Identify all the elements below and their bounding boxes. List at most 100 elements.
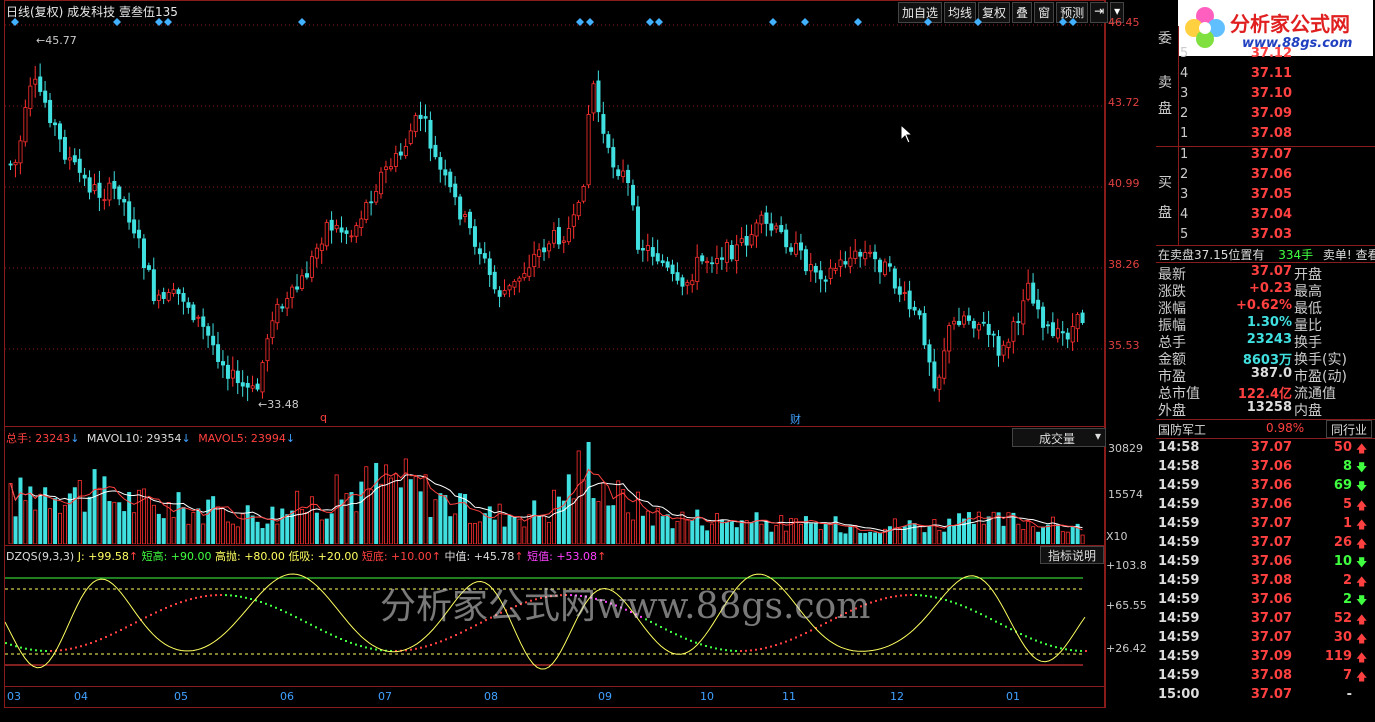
order-price: 37.03 bbox=[1250, 227, 1292, 242]
order-row[interactable]: 4 37.11 bbox=[1156, 66, 1375, 86]
volume-bar bbox=[235, 526, 240, 544]
candle-body bbox=[774, 225, 779, 230]
volume-bar bbox=[28, 486, 33, 544]
order-row[interactable]: 4 37.04 bbox=[1156, 207, 1375, 227]
tick-row[interactable]: 14:59 37.07 26 🡅 bbox=[1156, 535, 1375, 555]
tick-time: 14:59 bbox=[1158, 497, 1200, 512]
arrow-up-icon: 🡅 bbox=[1356, 575, 1368, 588]
volume-bar bbox=[393, 473, 398, 544]
candle-body bbox=[201, 316, 206, 327]
indicator-dot bbox=[1020, 633, 1022, 636]
volume-bar bbox=[542, 515, 547, 544]
tick-row[interactable]: 14:59 37.07 30 🡅 bbox=[1156, 630, 1375, 650]
order-row[interactable]: 2 37.09 bbox=[1156, 106, 1375, 126]
divider bbox=[1156, 262, 1375, 263]
candle-body bbox=[922, 313, 927, 346]
volume-bar bbox=[181, 506, 186, 544]
tick-row[interactable]: 14:59 37.08 7 🡅 bbox=[1156, 668, 1375, 688]
indicator-dot bbox=[760, 647, 762, 650]
tick-row[interactable]: 14:58 37.07 50 🡅 bbox=[1156, 440, 1375, 460]
tick-row[interactable]: 15:00 37.07 - bbox=[1156, 687, 1375, 707]
volume-bar bbox=[892, 518, 897, 544]
volume-bar bbox=[408, 479, 413, 544]
candle-body bbox=[393, 153, 398, 167]
candle-body bbox=[334, 224, 339, 230]
candle-body bbox=[82, 174, 87, 179]
quote-value: 387.0 bbox=[1250, 366, 1292, 381]
indicator-dot bbox=[1060, 647, 1062, 650]
candlestick-chart[interactable] bbox=[5, 14, 1105, 426]
big-order-alert[interactable]: 在卖盘37.15位置有 334手 卖单! 查看 bbox=[1158, 246, 1375, 263]
candle-body bbox=[650, 247, 655, 257]
event-mark[interactable]: q bbox=[320, 411, 327, 424]
tick-row[interactable]: 14:59 37.06 5 🡅 bbox=[1156, 497, 1375, 517]
order-row[interactable]: 2 37.06 bbox=[1156, 167, 1375, 187]
tick-price: 37.06 bbox=[1250, 497, 1292, 512]
candle-body bbox=[596, 80, 601, 113]
volume-bar bbox=[626, 512, 631, 544]
same-industry-button[interactable]: 同行业 bbox=[1326, 420, 1372, 438]
tick-row[interactable]: 14:59 37.06 2 🡇 bbox=[1156, 592, 1375, 612]
divider bbox=[4, 686, 1106, 687]
order-row[interactable]: 5 37.12 bbox=[1156, 46, 1375, 66]
candle-body bbox=[235, 370, 240, 384]
indicator-dot bbox=[225, 594, 227, 597]
indicator-dot bbox=[440, 640, 442, 643]
candle-body bbox=[1070, 326, 1075, 343]
order-price: 37.10 bbox=[1250, 86, 1292, 101]
volume-bar bbox=[151, 504, 156, 544]
candle-body bbox=[848, 257, 853, 267]
tick-row[interactable]: 14:59 37.06 69 🡇 bbox=[1156, 478, 1375, 498]
indicator-dot bbox=[465, 629, 467, 632]
order-row[interactable]: 1 37.08 bbox=[1156, 126, 1375, 146]
tick-volume: 10 bbox=[1333, 554, 1352, 569]
volume-bars bbox=[8, 441, 1085, 544]
indicator-dot bbox=[915, 594, 917, 597]
indicator-dot bbox=[445, 638, 447, 641]
volume-bar bbox=[1036, 531, 1041, 544]
indicator-dot bbox=[1055, 646, 1057, 649]
tick-row[interactable]: 14:58 37.06 8 🡇 bbox=[1156, 459, 1375, 479]
quote-value: +0.62% bbox=[1236, 298, 1292, 313]
indicator-dot bbox=[695, 641, 697, 644]
order-row[interactable]: 1 37.07 bbox=[1156, 147, 1375, 167]
volume-bar bbox=[754, 512, 759, 544]
indicator-dot bbox=[280, 608, 282, 611]
volume-bar bbox=[304, 512, 309, 544]
indicator-dot bbox=[325, 631, 327, 634]
tick-row[interactable]: 14:59 37.08 2 🡅 bbox=[1156, 573, 1375, 593]
volume-bar bbox=[897, 528, 902, 544]
volume-bar bbox=[715, 513, 720, 544]
tick-row[interactable]: 14:59 37.07 1 🡅 bbox=[1156, 516, 1375, 536]
volume-chart[interactable] bbox=[5, 440, 1105, 544]
volume-bar bbox=[690, 520, 695, 544]
candle-body bbox=[166, 292, 171, 301]
indicator-dot bbox=[1075, 649, 1077, 652]
volume-bar bbox=[369, 489, 374, 544]
candle-body bbox=[660, 260, 665, 264]
candle-body bbox=[1046, 324, 1051, 327]
tick-row[interactable]: 14:59 37.09 119 🡅 bbox=[1156, 649, 1375, 669]
order-row[interactable]: 5 37.03 bbox=[1156, 227, 1375, 247]
indicator-dot bbox=[975, 610, 977, 613]
order-row[interactable]: 3 37.10 bbox=[1156, 86, 1375, 106]
volume-bar bbox=[216, 506, 221, 544]
volume-bar bbox=[863, 533, 868, 544]
volume-bar bbox=[112, 501, 117, 544]
candle-body bbox=[1021, 300, 1026, 325]
order-row[interactable]: 3 37.05 bbox=[1156, 187, 1375, 207]
month-label: 01 bbox=[1006, 690, 1020, 703]
candle-body bbox=[917, 310, 922, 316]
tick-row[interactable]: 14:59 37.06 10 🡇 bbox=[1156, 554, 1375, 574]
order-level: 2 bbox=[1180, 167, 1189, 182]
candle-body bbox=[67, 157, 72, 161]
divider bbox=[4, 545, 1106, 546]
month-label: 11 bbox=[782, 690, 796, 703]
finance-mark[interactable]: 财 bbox=[790, 411, 801, 427]
candle-body bbox=[685, 282, 690, 286]
sector-name[interactable]: 国防军工 bbox=[1158, 421, 1206, 438]
tick-row[interactable]: 14:59 37.07 52 🡅 bbox=[1156, 611, 1375, 631]
candle-body bbox=[443, 169, 448, 176]
candle-body bbox=[626, 169, 631, 184]
candle-body bbox=[818, 270, 823, 280]
